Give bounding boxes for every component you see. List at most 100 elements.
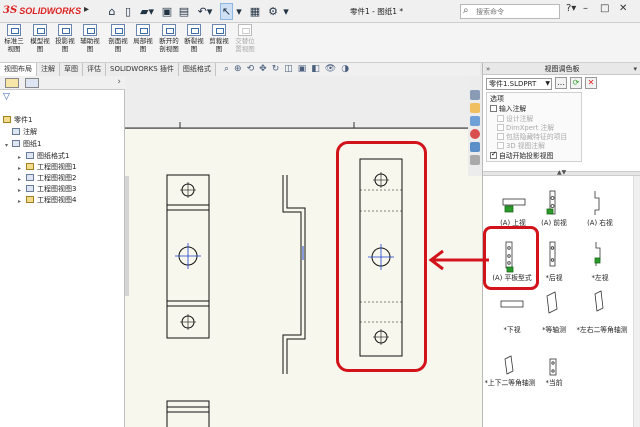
collapse-pane-icon[interactable]: »: [486, 63, 490, 75]
browse-button[interactable]: …: [555, 77, 567, 89]
sheet-icon: [12, 140, 20, 147]
feature-manager-pane: › ▽ 零件1 注解 ▾ 图纸1 ▸ 图纸格式1 ▸ 工程图视图1 ▸ 工程图视…: [0, 76, 125, 427]
tree-item-annotations[interactable]: 注解: [12, 127, 37, 137]
tab-sheet-format[interactable]: 图纸格式: [178, 63, 216, 76]
rotate-icon[interactable]: ↻: [272, 64, 280, 74]
filter-icon[interactable]: ▽: [3, 92, 10, 102]
options-dropdown-icon[interactable]: ▾: [281, 3, 291, 20]
standard-3-view-button[interactable]: 标准三视图: [2, 24, 26, 53]
design-library-icon[interactable]: [470, 103, 480, 113]
tree-item-sheet[interactable]: 图纸1: [12, 139, 41, 149]
model-view-button[interactable]: 模型视图: [28, 24, 52, 53]
palette-view-dimetric[interactable]: *左右二等角轴测: [571, 326, 633, 335]
logo-mark: 3S: [3, 5, 18, 16]
option-auto-start-projected-view[interactable]: 自动开始投影视图: [490, 150, 553, 160]
checkbox[interactable]: [497, 123, 504, 131]
options-gear-icon[interactable]: ⚙: [266, 3, 280, 20]
tab-sketch[interactable]: 草图: [60, 63, 83, 76]
refresh-button[interactable]: ⟳: [570, 77, 582, 89]
crop-view-button[interactable]: 剪裁视图: [207, 24, 231, 53]
detail-view-button[interactable]: 局部视图: [131, 24, 155, 53]
home-icon[interactable]: ⌂: [105, 3, 119, 20]
task-pane-tabs: [468, 76, 482, 176]
tree-item-drawing-view-1[interactable]: 工程图视图1: [26, 162, 76, 172]
custom-properties-icon[interactable]: [470, 155, 480, 165]
view-palette-icon[interactable]: [470, 142, 480, 152]
expand-tabs-icon[interactable]: ›: [117, 77, 121, 87]
section-view-button[interactable]: 剖面视图: [106, 24, 130, 53]
select-dropdown-icon[interactable]: ▾: [234, 3, 244, 20]
break-view-icon: [187, 24, 201, 36]
tab-solidworks-addins[interactable]: SOLIDWORKS 插件: [106, 63, 179, 76]
expand-icon[interactable]: ▸: [18, 198, 21, 205]
select-pointer-icon[interactable]: ↖: [220, 3, 233, 20]
title-bar: 3S SOLIDWORKS ▸ ⌂ ▯ ▰▾ ▣ ▤ ↶▾ ↖ ▾ ▦ ⚙ ▾ …: [0, 0, 640, 23]
undo-icon[interactable]: ↶▾: [195, 3, 215, 20]
option-import-annotations[interactable]: 输入注解: [490, 103, 526, 113]
pin-icon[interactable]: ▾: [633, 63, 637, 75]
expand-icon[interactable]: ▸: [18, 154, 21, 161]
tree-item-drawing-view-3[interactable]: 工程图视图3: [26, 184, 76, 194]
pan-icon[interactable]: ✥: [259, 64, 267, 74]
clear-all-button[interactable]: ✕: [585, 77, 597, 89]
minimize-icon[interactable]: –: [583, 3, 588, 14]
view-palette-header: » 视图调色板 ▾: [483, 63, 640, 75]
hide-show-icon[interactable]: 👁: [325, 64, 336, 74]
tab-view-layout[interactable]: 视图布局: [0, 63, 37, 76]
open-folder-icon[interactable]: ▰▾: [138, 3, 156, 20]
help-icon[interactable]: ?▾: [566, 3, 576, 14]
checkbox-checked[interactable]: [490, 150, 497, 159]
zoom-area-icon[interactable]: ⊕: [234, 64, 242, 74]
feature-tree-tab-icon[interactable]: [5, 78, 19, 88]
view-orientation-icon[interactable]: ▣: [298, 64, 307, 74]
alternate-position-view-button[interactable]: 交替位置视图: [233, 24, 257, 53]
appearance-icon[interactable]: ◑: [341, 64, 349, 74]
break-view-button[interactable]: 断裂视图: [182, 24, 206, 53]
expand-icon[interactable]: ▸: [18, 165, 21, 172]
highlight-flat-pattern-view: [336, 141, 427, 372]
checkbox[interactable]: [497, 141, 504, 149]
property-manager-tab-icon[interactable]: [25, 78, 39, 88]
tree-item-drawing-view-2[interactable]: 工程图视图2: [26, 173, 76, 183]
part-select[interactable]: 零件1.SLDPRT ▼: [486, 78, 552, 90]
section-icon[interactable]: ◫: [284, 64, 293, 74]
palette-view-right[interactable]: (A) 右视: [575, 219, 625, 228]
rebuild-icon[interactable]: ▦: [248, 3, 262, 20]
palette-view-left[interactable]: *左视: [575, 274, 625, 283]
palette-view-current[interactable]: *当前: [529, 379, 579, 388]
new-document-icon[interactable]: ▯: [121, 3, 135, 20]
expand-icon[interactable]: ▸: [18, 187, 21, 194]
checkbox[interactable]: [497, 132, 504, 140]
tab-evaluate[interactable]: 评估: [83, 63, 106, 76]
broken-out-section-icon: [162, 24, 176, 36]
palette-scrollbar[interactable]: [633, 176, 640, 427]
resources-icon[interactable]: [470, 90, 480, 100]
checkbox[interactable]: [490, 104, 497, 112]
broken-out-section-button[interactable]: 断开的剖视图: [157, 24, 181, 53]
previous-view-icon[interactable]: ⟲: [247, 64, 255, 74]
tree-root[interactable]: 零件1: [3, 115, 32, 125]
standard-3-view-icon: [7, 24, 21, 36]
zoom-to-fit-icon[interactable]: ⌕: [224, 64, 229, 74]
tree-item-drawing-view-4[interactable]: 工程图视图4: [26, 195, 76, 205]
checkbox[interactable]: [497, 114, 504, 122]
command-manager: 标准三视图 模型视图 投影视图 辅助视图 剖面视图 局部视图 断开的剖视图 断裂…: [0, 23, 640, 63]
restore-icon[interactable]: □: [600, 3, 609, 14]
alternate-position-icon: [238, 24, 252, 36]
menu-expand-icon[interactable]: ▸: [84, 4, 89, 15]
expand-icon[interactable]: ▸: [18, 176, 21, 183]
appearances-icon[interactable]: [470, 129, 480, 139]
auxiliary-view-button[interactable]: 辅助视图: [78, 24, 102, 53]
display-style-icon[interactable]: ◧: [311, 64, 320, 74]
option-3d-view-annotations[interactable]: 3D 视图注解: [497, 140, 545, 150]
close-icon[interactable]: ✕: [619, 3, 627, 14]
tree-item-sheet-format[interactable]: 图纸格式1: [26, 151, 69, 161]
palette-view-front[interactable]: (A) 前视: [529, 219, 579, 228]
projected-view-button[interactable]: 投影视图: [53, 24, 77, 53]
file-explorer-icon[interactable]: [470, 116, 480, 126]
print-icon[interactable]: ▤: [177, 3, 191, 20]
sheet-collapse-icon[interactable]: ▾: [5, 142, 8, 149]
tab-annotation[interactable]: 注解: [37, 63, 60, 76]
save-icon[interactable]: ▣: [160, 3, 174, 20]
search-commands-input[interactable]: ⌕ 搜索命令: [460, 4, 560, 19]
